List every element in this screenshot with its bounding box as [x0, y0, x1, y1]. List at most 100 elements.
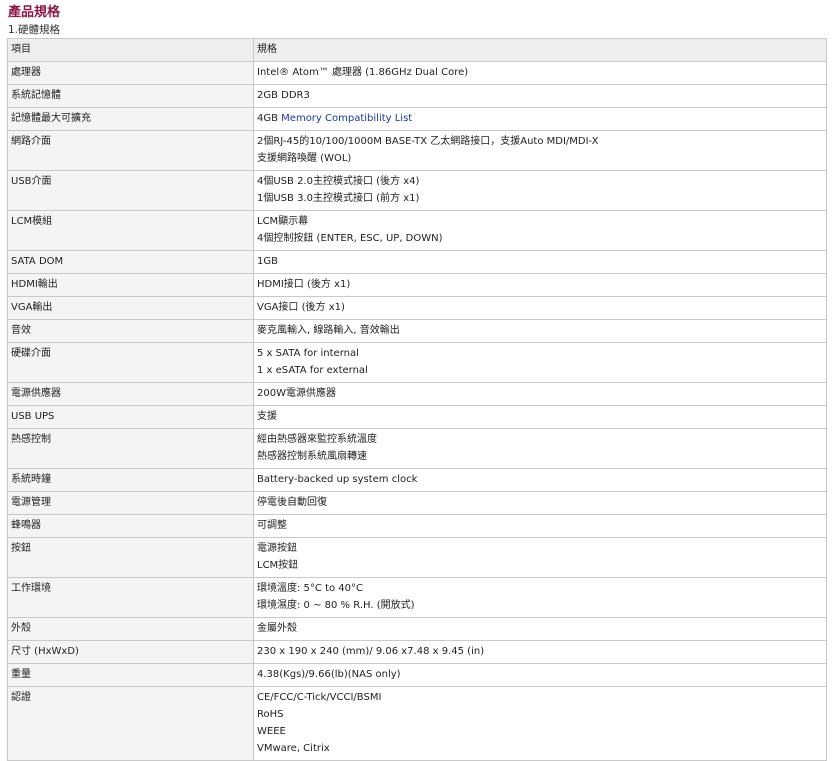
- spec-item-label: 工作環境: [7, 577, 254, 618]
- spec-value: Battery-backed up system clock: [253, 468, 827, 492]
- spec-value-text: 熱感器控制系統風扇轉速: [257, 451, 367, 462]
- table-row: LCM模組 LCM顯示幕 4個控制按鈕 (ENTER, ESC, UP, DOWN): [7, 210, 827, 251]
- spec-item-label: 網路介面: [7, 130, 254, 171]
- spec-value: 2GB DDR3: [253, 84, 827, 108]
- spec-item-label: 記憶體最大可擴充: [7, 107, 254, 131]
- spec-value-text: HDMI接口 (後方 x1): [257, 279, 351, 290]
- table-row: 尺寸 (HxWxD) 230 x 190 x 240 (mm)/ 9.06 x7.…: [7, 640, 827, 664]
- spec-value-line: 1個USB 3.0主控模式接口 (前方 x1): [257, 190, 823, 207]
- spec-value-text: 4個USB 2.0主控模式接口 (後方 x4): [257, 176, 420, 187]
- spec-value-line: 麥克風輸入, 線路輸入, 音效輸出: [257, 322, 823, 339]
- spec-value-text: 可調整: [257, 520, 287, 531]
- spec-value-line: 1 x eSATA for external: [257, 362, 823, 379]
- spec-value-line: 230 x 190 x 240 (mm)/ 9.06 x7.48 x 9.45 …: [257, 643, 823, 660]
- spec-value-line: Battery-backed up system clock: [257, 471, 823, 488]
- spec-value-text: 電源按鈕: [257, 543, 297, 554]
- spec-value-line: 200W電源供應器: [257, 385, 823, 402]
- spec-item-label: 蜂鳴器: [7, 514, 254, 538]
- spec-value-line: 環境濕度: 0 ~ 80 % R.H. (開放式): [257, 597, 823, 614]
- spec-value-text: 1GB: [257, 256, 278, 267]
- spec-value-text: RoHS: [257, 709, 284, 720]
- spec-value: 支援: [253, 405, 827, 429]
- spec-value-text: 5 x SATA for internal: [257, 348, 359, 359]
- spec-value-text: 1 x eSATA for external: [257, 365, 368, 376]
- spec-value: 5 x SATA for internal 1 x eSATA for exter…: [253, 342, 827, 383]
- spec-value-line: 經由熱感器來監控系統溫度: [257, 431, 823, 448]
- spec-table: 項目 規格 處理器 Intel® Atom™ 處理器 (1.86GHz Dual …: [7, 38, 827, 761]
- spec-value: Intel® Atom™ 處理器 (1.86GHz Dual Core): [253, 61, 827, 85]
- spec-value: 經由熱感器來監控系統溫度熱感器控制系統風扇轉速: [253, 428, 827, 469]
- table-row: 重量 4.38(Kgs)/9.66(lb)(NAS only): [7, 663, 827, 687]
- spec-value: 環境溫度: 5°C to 40°C 環境濕度: 0 ~ 80 % R.H. (開放…: [253, 577, 827, 618]
- spec-item-label: SATA DOM: [7, 250, 254, 274]
- spec-item-label: 熱感控制: [7, 428, 254, 469]
- spec-value-text: LCM按鈕: [257, 560, 299, 571]
- spec-value: 電源按鈕 LCM按鈕: [253, 537, 827, 578]
- table-row: 網路介面 2個RJ-45的10/100/1000M BASE-TX 乙太網路接口，…: [7, 130, 827, 171]
- table-row: 處理器 Intel® Atom™ 處理器 (1.86GHz Dual Core): [7, 61, 827, 85]
- spec-value-line: 電源按鈕: [257, 540, 823, 557]
- spec-value-line: 金屬外殼: [257, 620, 823, 637]
- spec-value-text: LCM顯示幕: [257, 216, 309, 227]
- spec-item-label: USB介面: [7, 170, 254, 211]
- section-title: 1.硬體規格: [8, 24, 61, 36]
- spec-value: 2個RJ-45的10/100/1000M BASE-TX 乙太網路接口，支援Au…: [253, 130, 827, 171]
- spec-item-label: 電源管理: [7, 491, 254, 515]
- spec-item-label: 尺寸 (HxWxD): [7, 640, 254, 664]
- spec-value-line: WEEE: [257, 723, 823, 740]
- spec-value: 麥克風輸入, 線路輸入, 音效輸出: [253, 319, 827, 343]
- spec-value-line: 2GB DDR3: [257, 87, 823, 104]
- spec-value: 1GB: [253, 250, 827, 274]
- spec-value-text: 1個USB 3.0主控模式接口 (前方 x1): [257, 193, 420, 204]
- spec-value-line: 支援: [257, 408, 823, 425]
- spec-value: 可調整: [253, 514, 827, 538]
- table-row: USB UPS 支援: [7, 405, 827, 429]
- spec-value-line: 熱感器控制系統風扇轉速: [257, 448, 823, 465]
- spec-value-text: 4GB: [257, 113, 278, 124]
- table-row: SATA DOM 1GB: [7, 250, 827, 274]
- spec-page: 產品規格 1.硬體規格 項目 規格 處理器 Intel® Atom™ 處理器 (1…: [0, 0, 833, 761]
- spec-value-text: 230 x 190 x 240 (mm)/ 9.06 x7.48 x 9.45 …: [257, 646, 485, 657]
- memory-compatibility-link[interactable]: Memory Compatibility List: [281, 113, 412, 124]
- spec-value-line: RoHS: [257, 706, 823, 723]
- spec-item-label: 系統時鐘: [7, 468, 254, 492]
- spec-value: VGA接口 (後方 x1): [253, 296, 827, 320]
- spec-table-header: 項目 規格: [7, 38, 827, 62]
- spec-item-label: VGA輸出: [7, 296, 254, 320]
- spec-value-line: 2個RJ-45的10/100/1000M BASE-TX 乙太網路接口，支援Au…: [257, 133, 823, 150]
- spec-value-line: 環境溫度: 5°C to 40°C: [257, 580, 823, 597]
- table-row: 工作環境 環境溫度: 5°C to 40°C 環境濕度: 0 ~ 80 % R.H.…: [7, 577, 827, 618]
- table-row: 系統記憶體 2GB DDR3: [7, 84, 827, 108]
- spec-value-text: 支援: [257, 411, 277, 422]
- spec-value: 金屬外殼: [253, 617, 827, 641]
- table-row: USB介面 4個USB 2.0主控模式接口 (後方 x4) 1個USB 3.0主控模…: [7, 170, 827, 211]
- spec-value-line: Intel® Atom™ 處理器 (1.86GHz Dual Core): [257, 64, 823, 81]
- table-row: 系統時鐘 Battery-backed up system clock: [7, 468, 827, 492]
- spec-value-line: VGA接口 (後方 x1): [257, 299, 823, 316]
- spec-value-text: 4.38(Kgs)/9.66(lb)(NAS only): [257, 669, 401, 680]
- spec-value-line: 4個USB 2.0主控模式接口 (後方 x4): [257, 173, 823, 190]
- table-row: VGA輸出 VGA接口 (後方 x1): [7, 296, 827, 320]
- table-row: 電源管理 停電後自動回復: [7, 491, 827, 515]
- spec-item-label: 系統記憶體: [7, 84, 254, 108]
- spec-item-label: 外殼: [7, 617, 254, 641]
- spec-value: HDMI接口 (後方 x1): [253, 273, 827, 297]
- spec-value-text: 200W電源供應器: [257, 388, 336, 399]
- table-row: HDMI輸出 HDMI接口 (後方 x1): [7, 273, 827, 297]
- spec-value: 停電後自動回復: [253, 491, 827, 515]
- spec-value-text: 環境濕度: 0 ~ 80 % R.H. (開放式): [257, 600, 415, 611]
- spec-value-line: 4GB Memory Compatibility List: [257, 110, 823, 127]
- header-item: 項目: [7, 38, 254, 62]
- spec-value-line: 4個控制按鈕 (ENTER, ESC, UP, DOWN): [257, 230, 823, 247]
- table-row: 硬碟介面 5 x SATA for internal 1 x eSATA for e…: [7, 342, 827, 383]
- spec-value-text: 環境溫度: 5°C to 40°C: [257, 583, 363, 594]
- spec-item-label: LCM模組: [7, 210, 254, 251]
- spec-value-line: 1GB: [257, 253, 823, 270]
- table-row: 電源供應器 200W電源供應器: [7, 382, 827, 406]
- spec-value-text: 金屬外殼: [257, 623, 297, 634]
- table-row: 蜂鳴器 可調整: [7, 514, 827, 538]
- spec-value-line: 支援網路喚醒 (WOL): [257, 150, 823, 167]
- table-row: 音效 麥克風輸入, 線路輸入, 音效輸出: [7, 319, 827, 343]
- spec-value-line: 5 x SATA for internal: [257, 345, 823, 362]
- page-title: 產品規格: [8, 5, 61, 20]
